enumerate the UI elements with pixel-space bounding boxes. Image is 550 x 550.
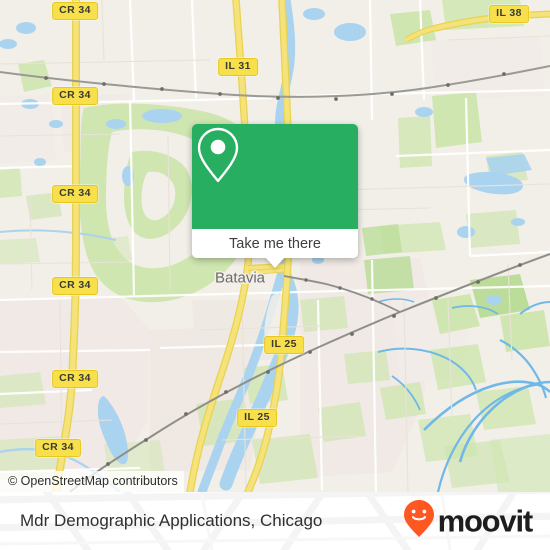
moovit-pin-smile-icon [402,499,436,544]
moovit-logo[interactable]: moovit [402,499,534,544]
location-title: Mdr Demographic Applications, Chicago [20,511,323,530]
place-label: Batavia [214,269,266,287]
road-shield: CR 34 [52,185,98,203]
road-shield: CR 34 [35,439,81,457]
road-shield: CR 34 [52,370,98,388]
popup-header [192,124,358,229]
moovit-wordmark: moovit [437,503,534,539]
road-shield: IL 38 [489,5,529,23]
popup-pointer-tail [265,257,285,268]
road-shield: CR 34 [52,277,98,295]
footer-bar: Mdr Demographic Applications, Chicago mo… [0,492,550,550]
map-attribution[interactable]: © OpenStreetMap contributors [0,471,184,492]
road-shield: CR 34 [52,87,98,105]
destination-popup-card[interactable]: Take me there [192,124,358,268]
map-screenshot: CR 34 CR 34 CR 34 CR 34 CR 34 CR 34 IL 31 IL 38… [0,0,550,550]
attribution-text: © OpenStreetMap contributors [8,474,178,488]
take-me-there-label: Take me there [229,235,321,252]
road-shield: IL 25 [264,336,304,354]
road-shield: IL 25 [237,409,277,427]
map-canvas[interactable]: CR 34 CR 34 CR 34 CR 34 CR 34 CR 34 IL 31 IL 38… [0,0,550,492]
road-shield: IL 31 [218,58,258,76]
take-me-there-button[interactable]: Take me there [192,229,358,258]
road-shield: CR 34 [52,2,98,20]
